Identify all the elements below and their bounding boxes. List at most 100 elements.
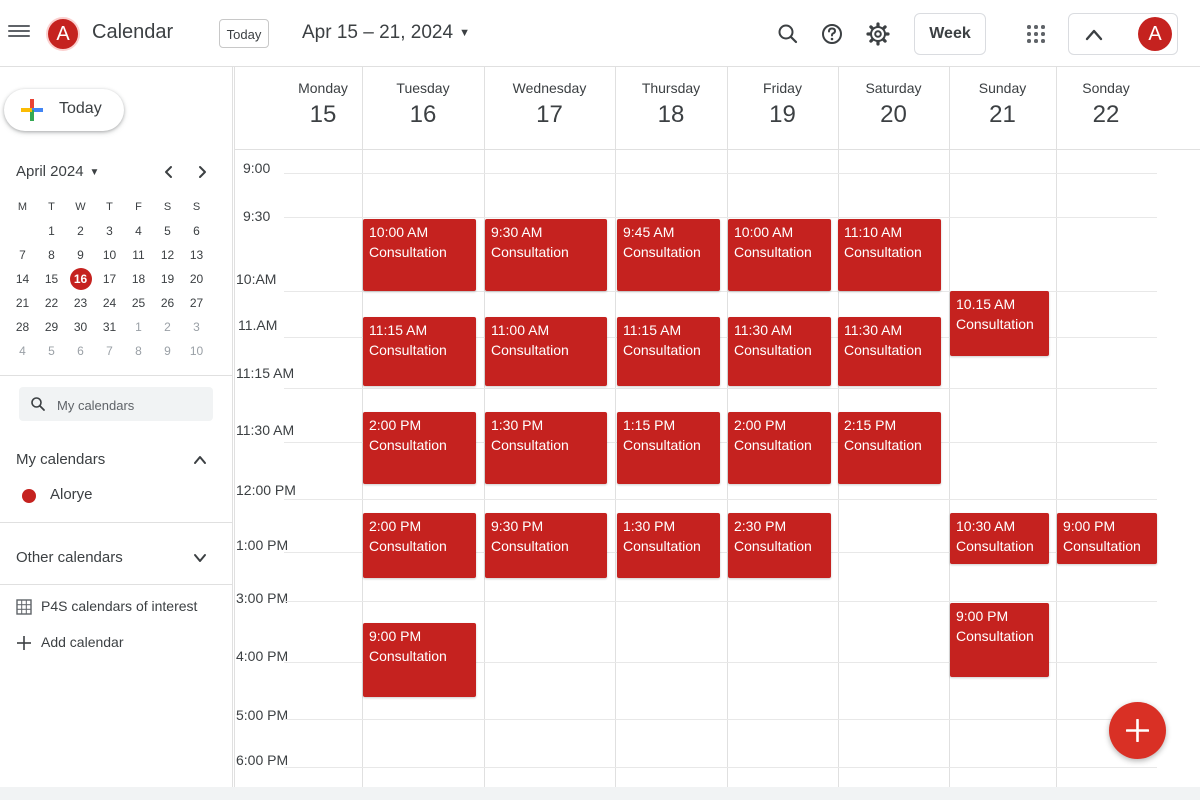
my-calendars-header[interactable]: My calendars <box>16 451 105 468</box>
mini-calendar-day[interactable]: 8 <box>37 243 66 267</box>
event-card[interactable]: 11:10 AM Consultation <box>838 219 941 291</box>
event-card[interactable]: 9:00 PM Consultation <box>363 623 476 697</box>
day-number: 7 <box>106 344 113 358</box>
chevron-up-icon[interactable] <box>192 452 208 468</box>
search-icon[interactable] <box>774 20 802 48</box>
mini-calendar-day[interactable]: 23 <box>66 291 95 315</box>
day-number[interactable]: 20 <box>838 101 949 129</box>
event-card[interactable]: 1:30 PM Consultation <box>617 513 720 578</box>
mini-calendar-day[interactable]: 16 <box>66 267 95 291</box>
event-card[interactable]: 2:30 PM Consultation <box>728 513 831 578</box>
event-card[interactable]: 9:45 AM Consultation <box>617 219 720 291</box>
event-card[interactable]: 10:00 AM Consultation <box>363 219 476 291</box>
menu-icon[interactable] <box>8 22 30 42</box>
date-range-selector[interactable]: Apr 15 – 21, 2024 ▼ <box>302 22 470 44</box>
avatar[interactable]: A <box>1138 17 1172 51</box>
mini-calendar-day[interactable]: 4 <box>8 339 37 363</box>
day-number[interactable]: 19 <box>727 101 838 129</box>
event-card[interactable]: 10:30 AM Consultation <box>950 513 1049 564</box>
event-card[interactable]: 10:00 AM Consultation <box>728 219 831 291</box>
mini-calendar-day[interactable]: 31 <box>95 315 124 339</box>
event-card[interactable]: 11:15 AM Consultation <box>617 317 720 386</box>
mini-calendar-day[interactable]: 2 <box>66 219 95 243</box>
mini-calendar-day[interactable]: 28 <box>8 315 37 339</box>
view-selector-week[interactable]: Week <box>914 13 986 55</box>
mini-calendar-day[interactable]: 30 <box>66 315 95 339</box>
day-number[interactable]: 22 <box>1056 101 1156 129</box>
event-card[interactable]: 1:30 PM Consultation <box>485 412 607 484</box>
event-card[interactable]: 11:30 AM Consultation <box>728 317 831 386</box>
mini-calendar-day[interactable]: 19 <box>153 267 182 291</box>
chevron-right-icon[interactable] <box>193 163 211 181</box>
event-card[interactable]: 11:00 AM Consultation <box>485 317 607 386</box>
mini-calendar-day[interactable]: 4 <box>124 219 153 243</box>
day-number[interactable]: 18 <box>615 101 727 129</box>
event-card[interactable]: 1:15 PM Consultation <box>617 412 720 484</box>
event-card[interactable]: 9:30 PM Consultation <box>485 513 607 578</box>
mini-calendar-day[interactable]: 5 <box>37 339 66 363</box>
mini-calendar-day[interactable]: 10 <box>95 243 124 267</box>
mini-calendar-day[interactable]: 12 <box>153 243 182 267</box>
mini-calendar-day[interactable]: 6 <box>182 219 211 243</box>
event-card[interactable]: 9:00 PM Consultation <box>950 603 1049 677</box>
day-number[interactable]: 16 <box>362 101 484 129</box>
event-card[interactable]: 2:15 PM Consultation <box>838 412 941 484</box>
help-icon[interactable] <box>818 20 846 48</box>
mini-calendar-day[interactable]: 14 <box>8 267 37 291</box>
mini-calendar-day[interactable]: 27 <box>182 291 211 315</box>
mini-calendar-day[interactable]: 5 <box>153 219 182 243</box>
mini-calendar-day[interactable]: 22 <box>37 291 66 315</box>
day-number[interactable]: 21 <box>949 101 1056 129</box>
mini-calendar-day[interactable]: 10 <box>182 339 211 363</box>
event-card[interactable]: 2:00 PM Consultation <box>363 412 476 484</box>
mini-calendar-day[interactable]: 9 <box>153 339 182 363</box>
mini-calendar-day[interactable]: 24 <box>95 291 124 315</box>
mini-calendar-month[interactable]: April 2024 ▼ <box>16 163 99 180</box>
mini-calendar-day[interactable]: 20 <box>182 267 211 291</box>
weekday-label: M <box>17 201 28 213</box>
day-number[interactable]: 15 <box>284 101 362 129</box>
event-card[interactable]: 11:30 AM Consultation <box>838 317 941 386</box>
hour-gridline <box>284 388 1157 389</box>
event-title: Consultation <box>734 538 812 554</box>
mini-calendar-day[interactable]: 18 <box>124 267 153 291</box>
mini-calendar-day[interactable]: 3 <box>182 315 211 339</box>
mini-calendar-day[interactable]: 3 <box>95 219 124 243</box>
mini-calendar-day[interactable]: 25 <box>124 291 153 315</box>
mini-calendar-day[interactable]: 15 <box>37 267 66 291</box>
mini-calendar-day[interactable]: 7 <box>95 339 124 363</box>
mini-calendar-day[interactable]: 29 <box>37 315 66 339</box>
mini-calendar-day[interactable]: 9 <box>66 243 95 267</box>
chevron-up-icon[interactable] <box>1083 24 1105 46</box>
mini-calendar-day[interactable]: 2 <box>153 315 182 339</box>
event-card[interactable]: 2:00 PM Consultation <box>363 513 476 578</box>
mini-calendar-day[interactable]: 13 <box>182 243 211 267</box>
apps-grid-icon[interactable] <box>1026 24 1046 44</box>
event-card[interactable]: 9:00 PM Consultation <box>1057 513 1157 564</box>
event-card[interactable]: 9:30 AM Consultation <box>485 219 607 291</box>
mini-calendar-day[interactable]: 6 <box>66 339 95 363</box>
event-card[interactable]: 2:00 PM Consultation <box>728 412 831 484</box>
chevron-left-icon[interactable] <box>160 163 178 181</box>
mini-calendar-day[interactable]: 1 <box>124 315 153 339</box>
other-calendars-header[interactable]: Other calendars <box>16 549 123 566</box>
add-calendar-label: Add calendar <box>41 634 124 650</box>
settings-icon[interactable] <box>864 20 892 48</box>
day-number[interactable]: 17 <box>484 101 615 129</box>
day-number: 30 <box>73 320 88 334</box>
mini-calendar-day[interactable]: 17 <box>95 267 124 291</box>
mini-calendar-day[interactable]: 7 <box>8 243 37 267</box>
event-time: 10:30 AM <box>956 518 1016 534</box>
mini-calendar-day[interactable]: 21 <box>8 291 37 315</box>
mini-calendar-day[interactable]: 8 <box>124 339 153 363</box>
chevron-down-icon[interactable] <box>192 550 208 566</box>
mini-calendar-day[interactable]: 11 <box>124 243 153 267</box>
today-button[interactable]: Today <box>219 19 269 48</box>
mini-calendar-day[interactable]: 26 <box>153 291 182 315</box>
create-button[interactable]: Today <box>4 89 124 131</box>
event-card[interactable]: 11:15 AM Consultation <box>363 317 476 386</box>
event-card[interactable]: 10.15 AM Consultation <box>950 291 1049 356</box>
calendar-search-input[interactable] <box>55 394 209 416</box>
mini-calendar-day[interactable]: 1 <box>37 219 66 243</box>
add-event-button[interactable] <box>1109 702 1166 759</box>
